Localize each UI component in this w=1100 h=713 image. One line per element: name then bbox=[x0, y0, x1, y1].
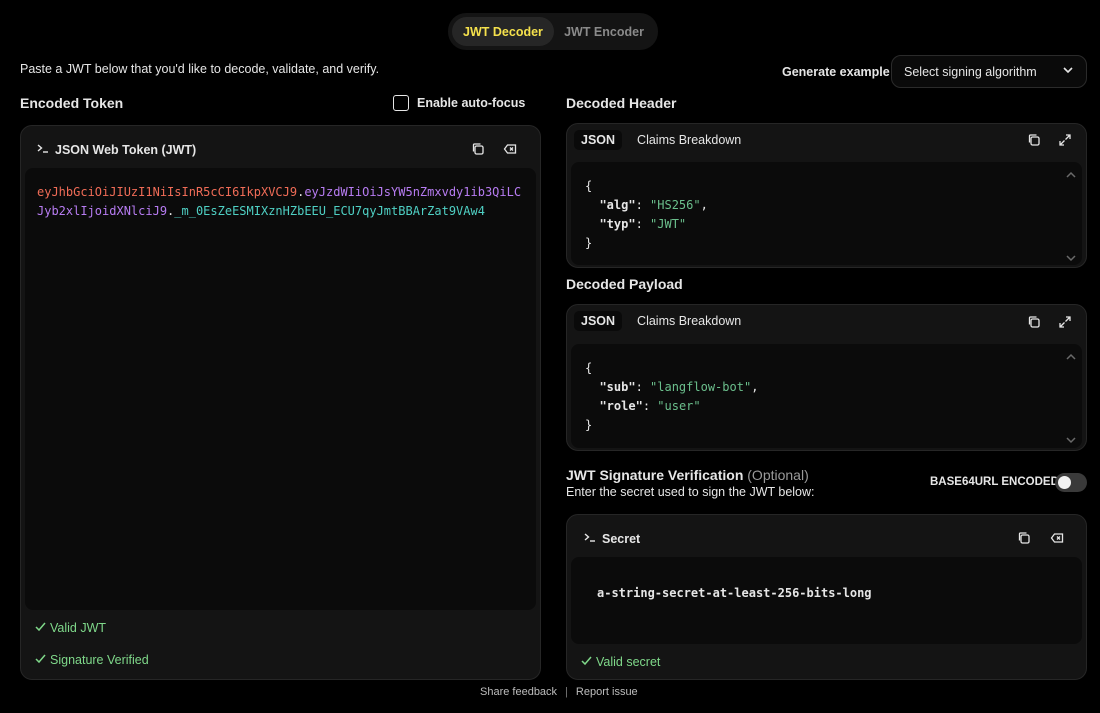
signing-algorithm-value: Select signing algorithm bbox=[904, 64, 1037, 79]
tab-jwt-decoder[interactable]: JWT Decoder bbox=[452, 17, 554, 46]
json-key: "alg" bbox=[599, 198, 636, 212]
signature-verification-title: JWT Signature Verification (Optional) bbox=[566, 467, 809, 483]
signing-algorithm-select[interactable]: Select signing algorithm bbox=[891, 55, 1087, 88]
tab-jwt-encoder[interactable]: JWT Encoder bbox=[554, 17, 654, 46]
autofocus-toggle[interactable]: Enable auto-focus bbox=[393, 95, 525, 111]
scroll-down-icon[interactable] bbox=[1065, 433, 1077, 444]
token-signature-segment: _m_0EsZeESMIXznHZbEEU_ECU7qyJmtBBArZat9V… bbox=[174, 204, 485, 218]
valid-secret-status: Valid secret bbox=[581, 655, 660, 669]
check-icon bbox=[35, 653, 46, 667]
optional-tag: (Optional) bbox=[747, 467, 809, 483]
intro-text: Paste a JWT below that you'd like to dec… bbox=[20, 62, 380, 76]
valid-jwt-status: Valid JWT bbox=[35, 621, 106, 635]
payload-json-code: { "sub": "langflow-bot", "role": "user" … bbox=[585, 361, 759, 432]
brace-open: { bbox=[585, 361, 593, 375]
copy-icon[interactable] bbox=[470, 141, 486, 157]
tab-payload-json[interactable]: JSON bbox=[574, 311, 623, 331]
signature-subtitle: Enter the secret used to sign the JWT be… bbox=[566, 485, 815, 499]
secret-input[interactable] bbox=[571, 557, 1082, 644]
json-key: "sub" bbox=[599, 380, 636, 394]
terminal-icon bbox=[584, 531, 596, 546]
json-key: "role" bbox=[599, 399, 643, 413]
json-key: "typ" bbox=[599, 217, 636, 231]
report-issue-link[interactable]: Report issue bbox=[576, 686, 638, 698]
tab-header-claims[interactable]: Claims Breakdown bbox=[630, 130, 748, 150]
valid-jwt-label: Valid JWT bbox=[50, 621, 107, 635]
footer: Share feedback | Report issue bbox=[480, 686, 638, 698]
scroll-up-icon[interactable] bbox=[1065, 168, 1077, 178]
token-header-segment: eyJhbGciOiJIUzI1NiIsInR5cCI6IkpXVCJ9 bbox=[37, 185, 298, 199]
brace-close: } bbox=[585, 418, 593, 432]
clear-icon[interactable] bbox=[1049, 530, 1065, 546]
clear-icon[interactable] bbox=[502, 141, 518, 157]
check-icon bbox=[581, 655, 592, 669]
secret-panel-label: Secret bbox=[602, 531, 641, 546]
json-value: "user" bbox=[657, 399, 701, 413]
mode-tabs: JWT Decoder JWT Encoder bbox=[448, 13, 658, 50]
json-value: "JWT" bbox=[650, 217, 687, 231]
tab-header-json[interactable]: JSON bbox=[574, 130, 623, 150]
autofocus-checkbox[interactable] bbox=[393, 95, 409, 111]
signature-title-text: JWT Signature Verification bbox=[566, 467, 744, 483]
brace-open: { bbox=[585, 179, 593, 193]
json-value: "HS256" bbox=[650, 198, 701, 212]
secret-value: a-string-secret-at-least-256-bits-long bbox=[597, 586, 872, 600]
copy-icon[interactable] bbox=[1026, 314, 1042, 330]
copy-icon[interactable] bbox=[1016, 530, 1032, 546]
scroll-up-icon[interactable] bbox=[1065, 350, 1077, 360]
check-icon bbox=[35, 621, 46, 635]
base64url-toggle[interactable] bbox=[1055, 473, 1087, 492]
header-view-tabs: JSON Claims Breakdown bbox=[574, 130, 748, 150]
signature-verified-label: Signature Verified bbox=[50, 653, 149, 667]
decoded-header-title: Decoded Header bbox=[566, 95, 677, 111]
tab-payload-claims[interactable]: Claims Breakdown bbox=[630, 311, 748, 331]
scroll-down-icon[interactable] bbox=[1065, 251, 1077, 262]
autofocus-label: Enable auto-focus bbox=[417, 96, 526, 110]
jwt-textarea[interactable] bbox=[25, 168, 536, 610]
expand-icon[interactable] bbox=[1057, 314, 1073, 330]
encoded-token-title: Encoded Token bbox=[20, 95, 124, 111]
generate-example-label: Generate example bbox=[782, 65, 890, 79]
base64url-label: BASE64URL ENCODED bbox=[930, 476, 1059, 488]
expand-icon[interactable] bbox=[1057, 132, 1073, 148]
share-feedback-link[interactable]: Share feedback bbox=[480, 686, 557, 698]
valid-secret-label: Valid secret bbox=[596, 655, 661, 669]
toggle-knob bbox=[1058, 476, 1071, 489]
decoded-payload-title: Decoded Payload bbox=[566, 276, 683, 292]
terminal-icon bbox=[37, 142, 49, 157]
jwt-panel-header: JSON Web Token (JWT) bbox=[37, 142, 196, 157]
encoded-token-value: eyJhbGciOiJIUzI1NiIsInR5cCI6IkpXVCJ9.eyJ… bbox=[37, 183, 527, 221]
brace-close: } bbox=[585, 236, 593, 250]
footer-separator: | bbox=[565, 686, 568, 698]
signature-verified-status: Signature Verified bbox=[35, 653, 149, 667]
secret-panel-header: Secret bbox=[584, 531, 640, 546]
payload-view-tabs: JSON Claims Breakdown bbox=[574, 311, 748, 331]
json-value: "langflow-bot" bbox=[650, 380, 752, 394]
header-json-code: { "alg": "HS256", "typ": "JWT" } bbox=[585, 179, 708, 250]
copy-icon[interactable] bbox=[1026, 132, 1042, 148]
jwt-panel-label: JSON Web Token (JWT) bbox=[55, 142, 197, 157]
chevron-down-icon bbox=[1062, 64, 1074, 79]
